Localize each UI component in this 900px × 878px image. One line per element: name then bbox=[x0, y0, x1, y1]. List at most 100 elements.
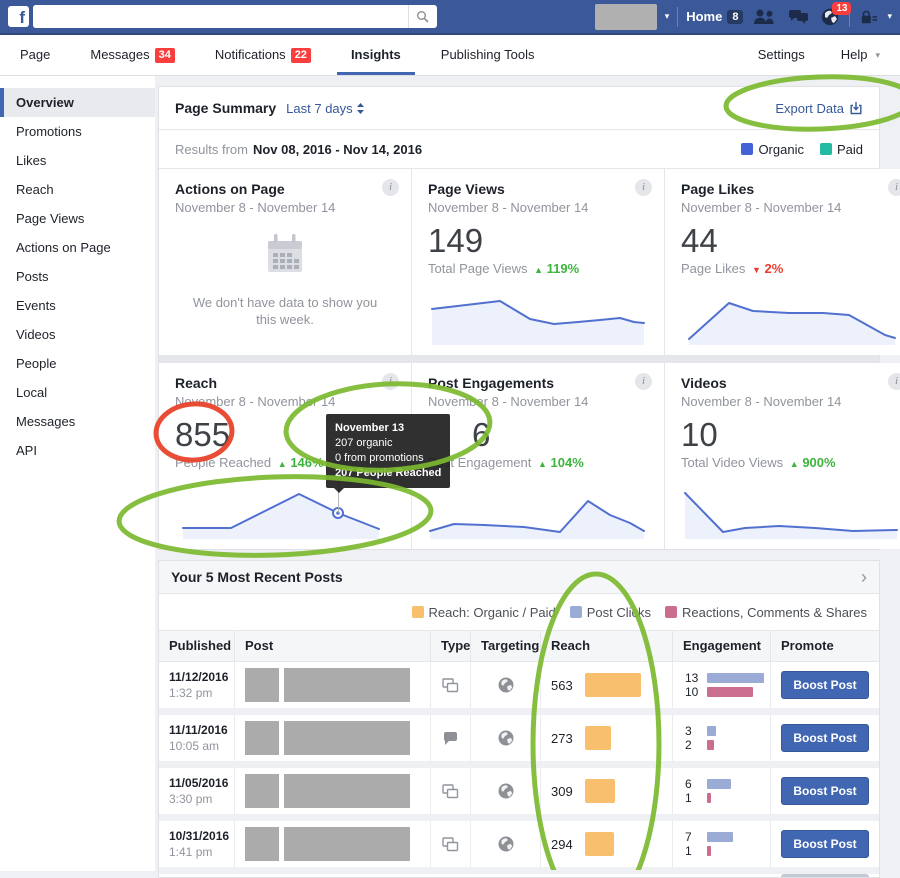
legend-label: Reach: Organic / Paid bbox=[429, 605, 556, 620]
post-text-redacted bbox=[284, 668, 410, 702]
card-title: Page Views bbox=[428, 181, 648, 197]
clicks-bar bbox=[707, 779, 731, 789]
post-preview[interactable] bbox=[235, 662, 431, 708]
export-data-button[interactable]: Export Data bbox=[775, 101, 863, 116]
sidebar-item-actions-on-page[interactable]: Actions on Page bbox=[0, 233, 155, 262]
boost-post-button[interactable]: Boost Post bbox=[781, 724, 869, 752]
boost-post-button[interactable]: Boost Post bbox=[781, 671, 869, 699]
info-icon[interactable]: i bbox=[888, 373, 900, 390]
post-text-redacted bbox=[284, 774, 410, 808]
post-thumbnail-redacted bbox=[245, 774, 279, 808]
tooltip-pointer bbox=[334, 488, 344, 493]
notifications-globe-icon[interactable]: 13 bbox=[819, 8, 841, 26]
notification-count-badge: 13 bbox=[832, 2, 851, 15]
sidebar-item-reach[interactable]: Reach bbox=[0, 175, 155, 204]
post-date: 11/05/2016 bbox=[169, 776, 228, 790]
sidebar-item-people[interactable]: People bbox=[0, 349, 155, 378]
export-icon bbox=[849, 101, 863, 115]
reach-sparkline[interactable] bbox=[175, 487, 395, 539]
range-label: Last 7 days bbox=[286, 101, 353, 116]
chevron-right-icon[interactable]: › bbox=[861, 570, 867, 584]
globe-targeting-icon bbox=[498, 836, 514, 852]
post-text-redacted bbox=[284, 721, 410, 755]
reach-value: 563 bbox=[551, 678, 585, 693]
sidebar-item-likes[interactable]: Likes bbox=[0, 146, 155, 175]
card-date-range: November 8 - November 14 bbox=[428, 200, 648, 215]
nav-settings[interactable]: Settings bbox=[758, 35, 805, 75]
tooltip-date: November 13 bbox=[335, 421, 441, 436]
col-reach: Reach bbox=[541, 631, 673, 661]
sidebar-item-api[interactable]: API bbox=[0, 436, 155, 465]
legend-label: Post Clicks bbox=[587, 605, 651, 620]
promote-cell: Boost Post bbox=[771, 662, 879, 708]
post-engagements-sparkline bbox=[428, 487, 648, 539]
messenger-icon[interactable] bbox=[786, 9, 811, 24]
card-page-likes[interactable]: Page Likes November 8 - November 14 i 44… bbox=[665, 169, 900, 355]
home-link[interactable]: Home 8 bbox=[686, 9, 743, 24]
sidebar-item-posts[interactable]: Posts bbox=[0, 262, 155, 291]
sidebar-item-local[interactable]: Local bbox=[0, 378, 155, 407]
col-published: Published bbox=[159, 631, 235, 661]
nav-help[interactable]: Help ▾ bbox=[841, 35, 880, 75]
clicks-bar bbox=[707, 832, 733, 842]
metric-value: 149 bbox=[428, 223, 648, 259]
sidebar-item-overview[interactable]: Overview bbox=[0, 88, 155, 117]
info-icon[interactable]: i bbox=[382, 179, 399, 196]
post-type-cell bbox=[431, 821, 471, 867]
post-row-3: 11/05/2016 3:30 pm bbox=[159, 768, 879, 814]
post-time: 3:30 pm bbox=[169, 792, 212, 806]
nav-tab-publishing-tools[interactable]: Publishing Tools bbox=[441, 35, 535, 75]
boost-post-button-partial[interactable] bbox=[781, 874, 869, 877]
card-title: Page Likes bbox=[681, 181, 900, 197]
tooltip-people-reached: 207 People Reached bbox=[335, 466, 441, 481]
globe-targeting-icon bbox=[498, 783, 514, 799]
sidebar-item-promotions[interactable]: Promotions bbox=[0, 117, 155, 146]
post-row-1: 11/12/2016 1:32 pm bbox=[159, 662, 879, 708]
friend-requests-icon[interactable] bbox=[751, 9, 778, 24]
nav-tab-insights[interactable]: Insights bbox=[351, 35, 401, 75]
reach-cell: 294 bbox=[541, 821, 673, 867]
privacy-shortcuts-icon[interactable] bbox=[858, 10, 879, 24]
card-reach[interactable]: Reach November 8 - November 14 i 855 Peo… bbox=[159, 363, 411, 549]
card-actions-on-page[interactable]: Actions on Page November 8 - November 14… bbox=[159, 169, 411, 355]
reach-bar bbox=[585, 673, 641, 697]
nav-tab-page[interactable]: Page bbox=[20, 35, 50, 75]
card-date-range: November 8 - November 14 bbox=[681, 394, 900, 409]
boost-post-button[interactable]: Boost Post bbox=[781, 830, 869, 858]
tooltip-promotions: 0 from promotions bbox=[335, 451, 441, 466]
nav-tab-messages[interactable]: Messages 34 bbox=[90, 35, 175, 75]
col-post: Post bbox=[235, 631, 431, 661]
metric-value: 6 bbox=[428, 417, 648, 453]
profile-caret-icon[interactable]: ▾ bbox=[665, 11, 670, 22]
nav-tab-notifications[interactable]: Notifications 22 bbox=[215, 35, 311, 75]
reactions-count: 2 bbox=[685, 740, 707, 751]
boost-post-button[interactable]: Boost Post bbox=[781, 777, 869, 805]
post-preview[interactable] bbox=[235, 821, 431, 867]
info-icon[interactable]: i bbox=[635, 179, 652, 196]
sidebar-item-messages[interactable]: Messages bbox=[0, 407, 155, 436]
info-icon[interactable]: i bbox=[635, 373, 652, 390]
sidebar-item-page-views[interactable]: Page Views bbox=[0, 204, 155, 233]
date-range-selector[interactable]: Last 7 days bbox=[286, 101, 364, 116]
post-preview[interactable] bbox=[235, 715, 431, 761]
friends-icon bbox=[753, 9, 776, 24]
card-page-views[interactable]: Page Views November 8 - November 14 i 14… bbox=[412, 169, 664, 355]
targeting-cell bbox=[471, 821, 541, 867]
sidebar-item-events[interactable]: Events bbox=[0, 291, 155, 320]
facebook-logo[interactable]: f bbox=[8, 6, 29, 27]
page-likes-sparkline bbox=[681, 293, 900, 345]
search-input[interactable] bbox=[33, 5, 408, 28]
metric-label: Page Likes bbox=[681, 261, 745, 276]
post-time: 10:05 am bbox=[169, 739, 219, 753]
profile-name-redacted[interactable] bbox=[595, 4, 657, 30]
card-videos[interactable]: Videos November 8 - November 14 i 10 Tot… bbox=[665, 363, 900, 549]
post-time: 1:41 pm bbox=[169, 845, 212, 859]
account-caret-icon[interactable]: ▾ bbox=[887, 11, 892, 22]
col-type: Type bbox=[431, 631, 471, 661]
sidebar-item-videos[interactable]: Videos bbox=[0, 320, 155, 349]
post-preview[interactable] bbox=[235, 768, 431, 814]
info-icon[interactable]: i bbox=[888, 179, 900, 196]
search-button[interactable] bbox=[408, 5, 437, 28]
reactions-count: 10 bbox=[685, 687, 707, 698]
info-icon[interactable]: i bbox=[382, 373, 399, 390]
